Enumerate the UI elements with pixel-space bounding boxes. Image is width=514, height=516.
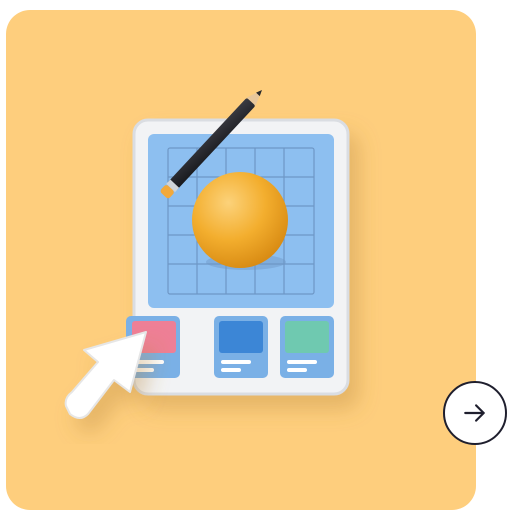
next-arrow-button[interactable]: [443, 381, 507, 445]
sphere: [192, 172, 288, 268]
arrow-right-icon: [464, 404, 485, 422]
feature-card: [6, 10, 476, 510]
swatch-blue-card: [214, 316, 268, 378]
swatch-teal-card: [280, 316, 334, 378]
design-tablet-illustration: [6, 10, 476, 510]
